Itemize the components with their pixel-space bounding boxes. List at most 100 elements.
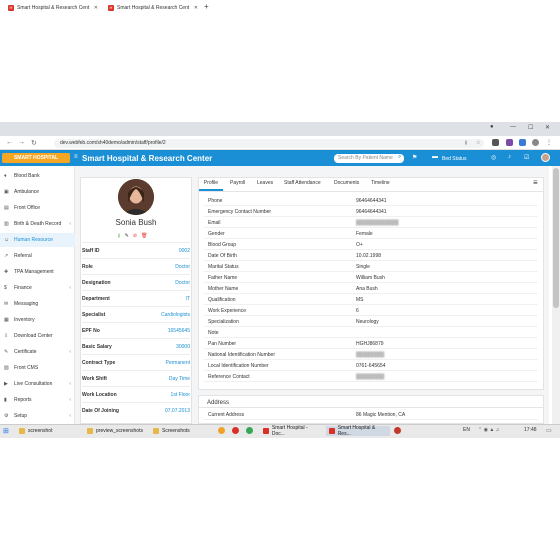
sidebar-item-setup[interactable]: ⚙ Setup ‹ xyxy=(0,409,75,423)
menu-toggle-icon[interactable]: ≡ xyxy=(74,154,78,160)
tab-documents[interactable]: Documents xyxy=(334,180,359,186)
logo[interactable]: SMART HOSPITAL xyxy=(2,153,70,163)
sidebar-item-human-resource[interactable]: ☺ Human Resource xyxy=(0,233,75,247)
extension-icon[interactable] xyxy=(492,139,499,146)
profile-name: Sonia Bush xyxy=(115,218,157,227)
bed-icon[interactable]: ▬ xyxy=(432,154,438,160)
chrome-icon[interactable] xyxy=(246,427,253,434)
chevron-icon: ‹ xyxy=(69,221,71,227)
maximize-icon[interactable]: ☐ xyxy=(528,124,533,131)
sidebar-item-ambulance[interactable]: ▣ Ambulance xyxy=(0,185,75,199)
tab-staff-attendance[interactable]: Staff Attendance xyxy=(284,180,321,186)
app-icon[interactable] xyxy=(218,427,225,434)
flag-icon[interactable]: ⚑ xyxy=(412,154,417,161)
cms-icon: ▨ xyxy=(4,365,9,371)
more-icon[interactable]: ⋮ xyxy=(546,139,553,146)
app-icon[interactable] xyxy=(232,427,239,434)
tab-label: Smart Hospital & Research Cent xyxy=(117,5,190,11)
detail-row: Blood Group O+ xyxy=(204,239,538,250)
whatsapp-icon[interactable]: ◎ xyxy=(491,154,496,161)
sidebar-item-blood-bank[interactable]: ♦ Blood Bank xyxy=(0,169,75,183)
sidebar-item-referral[interactable]: ↗ Referral xyxy=(0,249,75,263)
bed-status-link[interactable]: Bed Status xyxy=(442,156,466,162)
profile-row: Designation Doctor xyxy=(82,274,190,290)
sidebar-item-download-center[interactable]: ⇩ Download Center xyxy=(0,329,75,343)
redacted-value: ████████████ xyxy=(356,220,399,226)
profile-row: Contract Type Permanent xyxy=(82,354,190,370)
detail-row: National Identification Number ████████ xyxy=(204,349,538,360)
forward-icon[interactable]: → xyxy=(18,139,25,146)
reload-icon[interactable]: ↻ xyxy=(31,139,37,147)
extension-icon[interactable] xyxy=(519,139,526,146)
scrollbar-thumb[interactable] xyxy=(553,168,559,308)
new-tab-icon[interactable]: + xyxy=(204,2,209,11)
minimize-icon[interactable]: — xyxy=(510,124,516,130)
key-icon[interactable]: ⚷ xyxy=(117,233,121,239)
trash-icon[interactable]: 🗑 xyxy=(141,233,147,239)
divider xyxy=(199,407,543,408)
redacted-value: ████████ xyxy=(356,352,385,358)
search-input[interactable]: Search By Patient Name xyxy=(334,154,404,163)
app-icon[interactable] xyxy=(394,427,401,434)
pencil-icon[interactable]: ✎ xyxy=(125,233,129,239)
detail-row: Father Name William Bush xyxy=(204,272,538,283)
hamburger-menu-icon[interactable]: ≡ xyxy=(533,178,538,187)
sidebar-item-live-consultation[interactable]: ▶ Live Consultation ‹ xyxy=(0,377,75,391)
star-icon[interactable]: ☆ xyxy=(476,140,483,147)
sidebar-item-birth-death[interactable]: ▥ Birth & Death Record ‹ xyxy=(0,217,75,231)
sidebar-item-tpa[interactable]: ✚ TPA Management xyxy=(0,265,75,279)
tab-timeline[interactable]: Timeline xyxy=(371,180,390,186)
sidebar-item-certificate[interactable]: ✎ Certificate ‹ xyxy=(0,345,75,359)
record-icon[interactable]: ● xyxy=(490,124,494,130)
disable-icon[interactable]: ⊘ xyxy=(133,233,137,239)
hospital-favicon-icon: H xyxy=(8,5,14,11)
chevron-icon: ‹ xyxy=(69,285,71,291)
url-field[interactable]: dev.webfeb.com/sh40demo/admin/staff/prof… xyxy=(54,139,484,148)
sidebar-item-reports[interactable]: ▮ Reports ‹ xyxy=(0,393,75,407)
taskbar-item[interactable]: preview_screenshots xyxy=(84,426,148,436)
notification-icon[interactable]: ▭ xyxy=(546,427,552,434)
users-icon: ☺ xyxy=(4,237,10,243)
back-icon[interactable]: ← xyxy=(6,139,13,146)
tab-profile[interactable]: Profile xyxy=(199,177,223,191)
sidebar-item-front-cms[interactable]: ▨ Front CMS xyxy=(0,361,75,375)
taskbar-item[interactable]: Smart Hospital & Res... xyxy=(326,425,390,437)
sidebar-item-finance[interactable]: $ Finance ‹ xyxy=(0,281,75,295)
gear-icon: ⚙ xyxy=(4,413,9,419)
detail-row: Mother Name Ana Bush xyxy=(204,283,538,294)
browser-tab[interactable]: H Smart Hospital & Research Cent ✕ xyxy=(4,2,102,14)
taskbar-item[interactable]: Screenshots xyxy=(150,426,212,436)
blood-drop-icon: ♦ xyxy=(4,173,7,179)
folder-icon xyxy=(87,428,93,434)
avatar[interactable] xyxy=(541,153,550,162)
sidebar-item-inventory[interactable]: ▦ Inventory xyxy=(0,313,75,327)
key-icon[interactable]: ⚷ xyxy=(464,140,471,147)
search-icon[interactable]: ⌕ xyxy=(398,154,401,161)
tray-icons[interactable]: ⌃ ◉ ▲ ♫ xyxy=(478,427,499,433)
profile-actions: ⚷ ✎ ⊘ 🗑 xyxy=(117,233,157,239)
tab-label: Smart Hospital & Research Cent xyxy=(17,5,90,11)
close-window-icon[interactable]: ✕ xyxy=(545,124,550,131)
taskbar-item[interactable]: screenshot xyxy=(16,426,82,436)
detail-row: Qualification MS xyxy=(204,294,538,305)
tasks-icon[interactable]: ☑ xyxy=(524,154,529,161)
language-indicator[interactable]: EN xyxy=(463,427,470,433)
profile-row: Specialist Cardiologists xyxy=(82,306,190,322)
detail-row: Local Identification Number 0761-645654 xyxy=(204,360,538,371)
chevron-icon: ‹ xyxy=(69,381,71,387)
tab-payroll[interactable]: Payroll xyxy=(230,180,245,186)
close-icon[interactable]: ✕ xyxy=(94,5,98,11)
sidebar-item-messaging[interactable]: ✉ Messaging xyxy=(0,297,75,311)
taskbar-item[interactable]: Smart Hospital - Doc... xyxy=(260,425,324,437)
detail-row: Emergency Contact Number 96464644341 xyxy=(204,206,538,217)
browser-tab[interactable]: H Smart Hospital & Research Cent ✕ xyxy=(104,2,202,14)
extension-icon[interactable] xyxy=(506,139,513,146)
profile-icon[interactable] xyxy=(532,139,539,146)
clock[interactable]: 17:48 xyxy=(524,427,537,433)
close-icon[interactable]: ✕ xyxy=(194,5,198,11)
bell-icon[interactable]: ♪ xyxy=(508,154,511,160)
windows-start-icon[interactable]: ⊞ xyxy=(3,427,9,435)
chevron-icon: ‹ xyxy=(69,349,71,355)
sidebar-item-front-office[interactable]: ▤ Front Office xyxy=(0,201,75,215)
tab-leaves[interactable]: Leaves xyxy=(257,180,273,186)
